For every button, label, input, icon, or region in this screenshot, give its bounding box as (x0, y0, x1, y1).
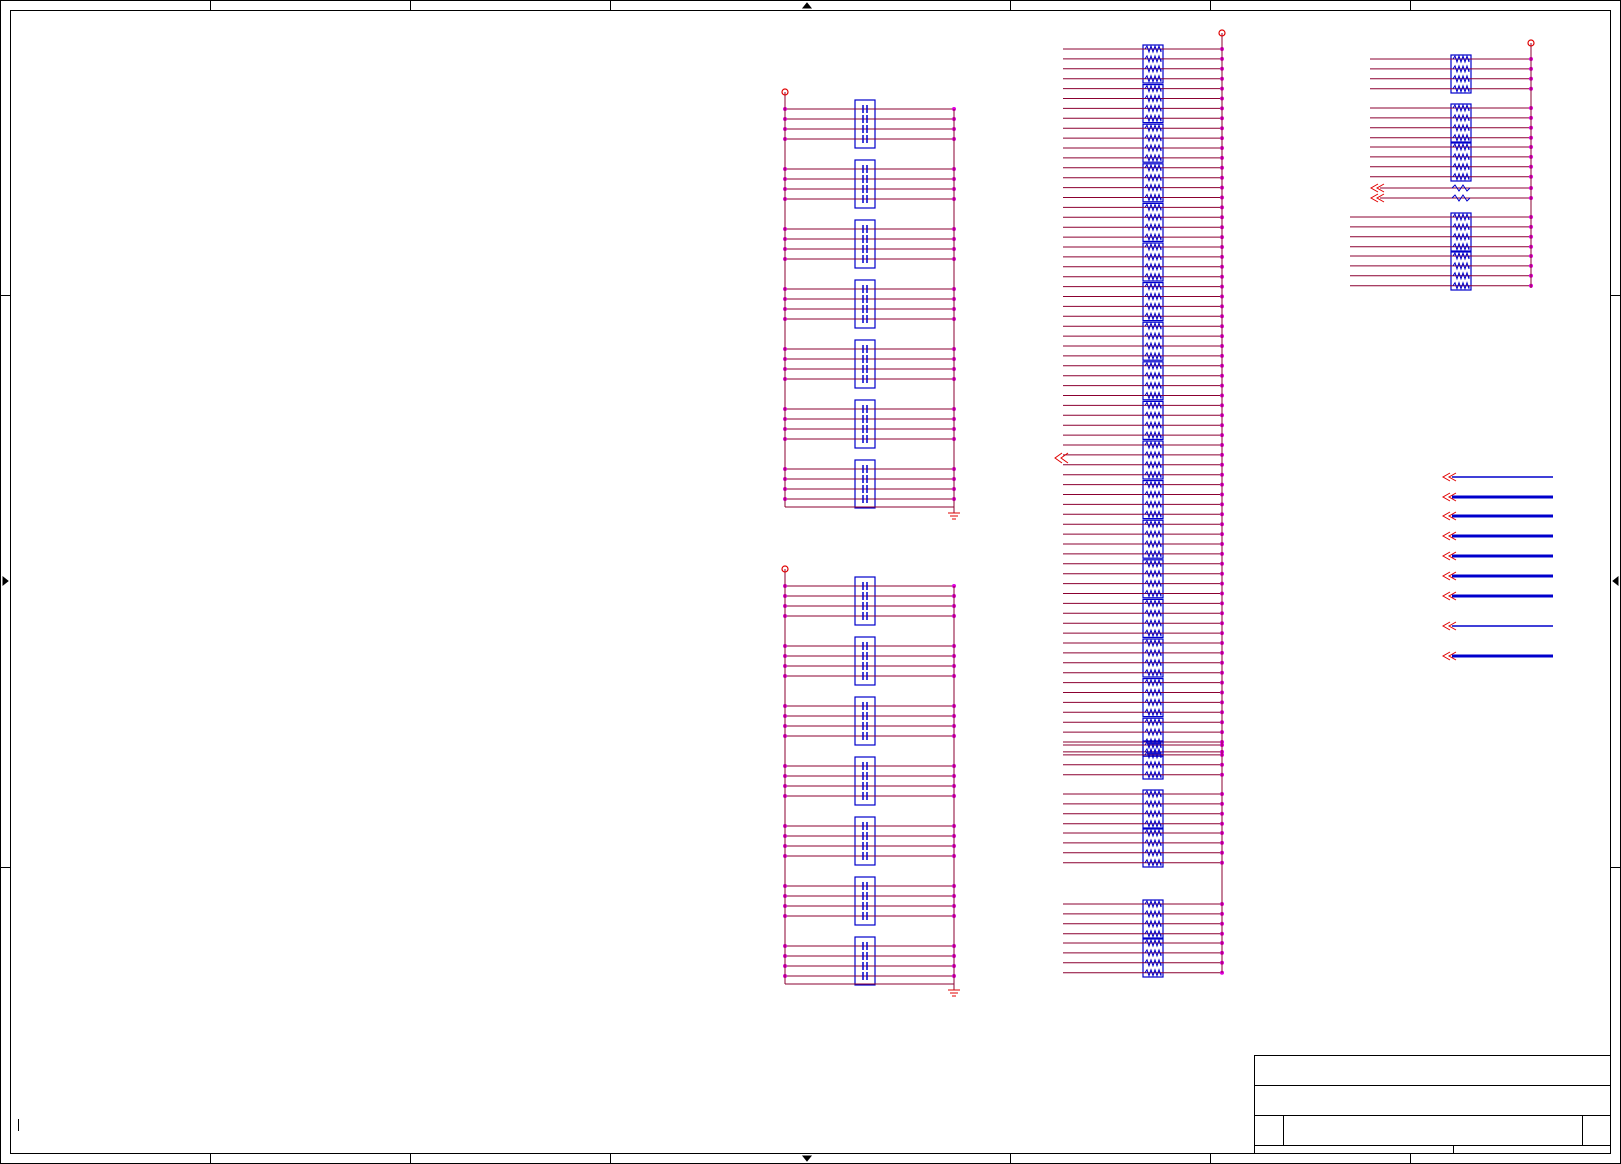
center-arrow-icon (801, 2, 813, 9)
offsheet-bus (1441, 531, 1553, 541)
ground-icon (948, 512, 960, 520)
resistor-network-icon (1063, 282, 1224, 322)
offsheet-bus (1441, 551, 1553, 561)
capacitor-group (781, 565, 960, 997)
resistor-network-icon (1063, 938, 1224, 978)
resistor-network-icon (1063, 242, 1224, 282)
capacitor-array-icon (783, 636, 956, 686)
offsheet-bus (1441, 621, 1553, 631)
offsheet-bus (1441, 651, 1553, 661)
schematic-sheet (0, 0, 1621, 1164)
sheet-border (0, 0, 1621, 1164)
resistor-network-icon (1370, 54, 1533, 94)
capacitor-array-icon (783, 696, 956, 746)
center-arrow-icon (2, 575, 9, 587)
offsheet-bus (1441, 511, 1553, 521)
offsheet-bus (1441, 591, 1553, 601)
resistor-network-icon (1063, 83, 1224, 124)
center-arrow-icon (1612, 575, 1619, 587)
text-cursor (18, 1119, 19, 1131)
resistor-network-icon (1063, 789, 1224, 829)
resistor-network-icon (1350, 251, 1533, 291)
resistor-network-icon (1063, 480, 1224, 520)
resistor-network-icon (1063, 202, 1224, 242)
resistor-network-icon (1063, 598, 1224, 639)
center-arrow-icon (801, 1155, 813, 1162)
resistor-network-icon (1063, 899, 1224, 939)
resistor-network-icon (1063, 400, 1224, 440)
capacitor-array-icon (783, 576, 956, 626)
resistor-network-icon (1063, 677, 1224, 718)
capacitor-bank (781, 88, 960, 997)
capacitor-array-icon (783, 816, 956, 866)
resistor-network-icon (1063, 559, 1224, 599)
offsheet-bus (1441, 492, 1553, 502)
offsheet-bus (1441, 472, 1553, 482)
capacitor-array-icon (783, 459, 956, 509)
resistor-network-icon (1063, 440, 1224, 480)
capacitor-group (781, 88, 960, 520)
resistor-network-icon (1063, 638, 1224, 678)
resistor-network-right (1350, 39, 1535, 291)
resistor-network-icon (1063, 361, 1224, 401)
resistor-icon (1380, 184, 1533, 202)
resistor-network-icon (1350, 212, 1533, 252)
resistor-network-icon (1370, 103, 1533, 143)
capacitor-array-icon (783, 399, 956, 449)
capacitor-array-icon (783, 876, 956, 926)
resistor-network-icon (1370, 142, 1533, 182)
resistor-network-icon (1063, 163, 1224, 203)
capacitor-array-icon (783, 756, 956, 806)
ground-icon (948, 989, 960, 997)
resistor-network-icon (1063, 519, 1224, 559)
resistor-network-column (1054, 29, 1226, 978)
capacitor-array-icon (783, 219, 956, 269)
resistor-network-icon (1063, 123, 1224, 163)
offsheet-bus-lines (1441, 472, 1553, 661)
capacitor-array-icon (783, 936, 956, 986)
offsheet-arrow-icon (1369, 183, 1385, 203)
capacitor-array-icon (783, 339, 956, 389)
offsheet-bus (1441, 571, 1553, 581)
offsheet-arrow-icon (1054, 452, 1069, 464)
capacitor-array-icon (783, 159, 956, 209)
title-block (1254, 1055, 1611, 1154)
capacitor-array-icon (783, 279, 956, 329)
resistor-network-icon (1063, 321, 1224, 361)
capacitor-array-icon (783, 99, 956, 149)
resistor-network-icon (1063, 828, 1224, 868)
resistor-network-icon (1063, 44, 1224, 84)
resistor-network-icon (1063, 740, 1224, 780)
zone-ticks (0, 0, 1621, 1164)
